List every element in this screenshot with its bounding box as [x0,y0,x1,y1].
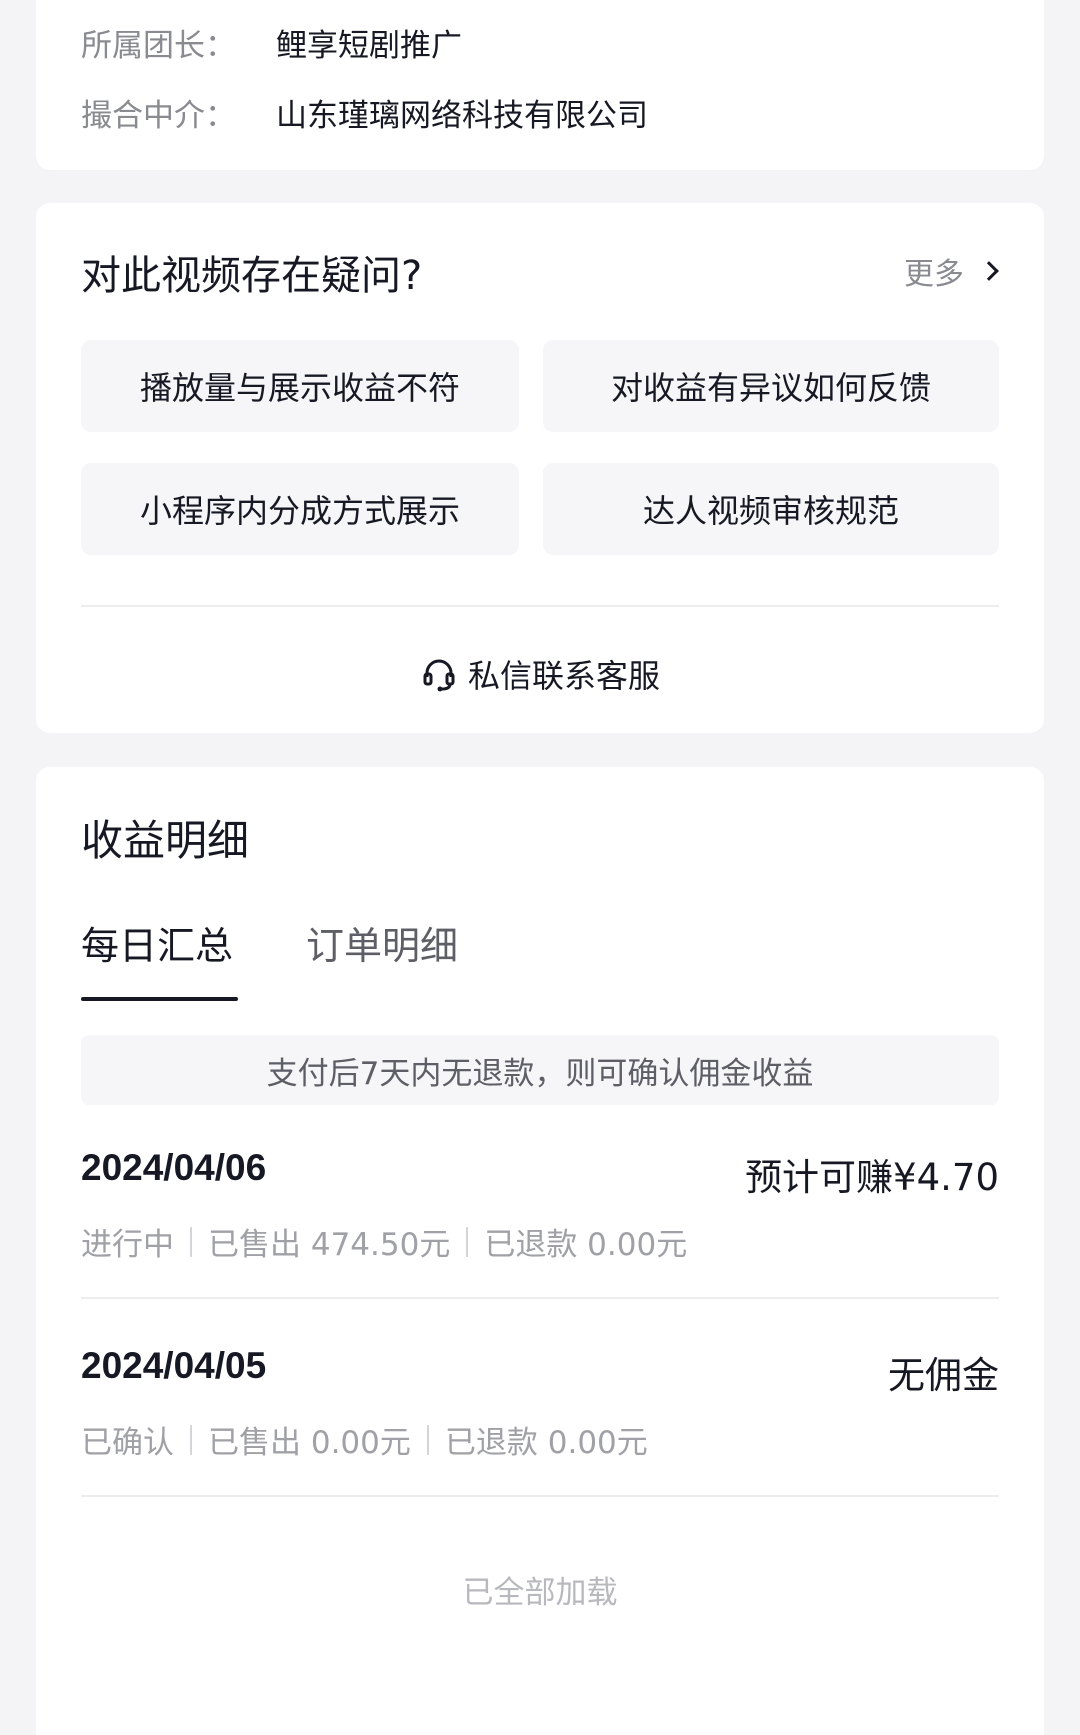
faq-item-label: 达人视频审核规范 [642,492,899,530]
income-entry[interactable]: 2024/04/05 无佣金 已确认 已售出 0.00元 已退款 0.00元 [81,1345,999,1543]
faq-item-feedback[interactable]: 对收益有异议如何反馈 [543,340,999,432]
divider [81,605,999,607]
tab-daily-summary[interactable]: 每日汇总 [81,915,233,970]
faq-item-share-method[interactable]: 小程序内分成方式展示 [81,463,519,555]
entry-refund: 已退款 0.00元 [444,1425,648,1461]
entry-refund: 已退款 0.00元 [484,1227,688,1263]
income-title: 收益明细 [81,816,250,865]
divider [81,1495,999,1497]
faq-more-label: 更多 [904,257,964,292]
contact-support-label: 私信联系客服 [467,657,660,695]
commission-notice: 支付后7天内无退款，则可确认佣金收益 [81,1035,999,1105]
separator [190,1424,192,1455]
faq-title: 对此视频存在疑问? [81,253,423,299]
income-card: 收益明细 每日汇总 订单明细 支付后7天内无退款，则可确认佣金收益 2024/0… [36,767,1044,1735]
faq-more-link[interactable]: 更多 [904,249,999,293]
agency-row: 撮合中介： 山东瑾璃网络科技有限公司 [81,90,648,135]
faq-item-label: 小程序内分成方式展示 [139,492,460,530]
leader-label: 所属团长： [81,28,236,64]
entry-status: 已确认 [81,1425,174,1461]
separator [190,1226,192,1257]
leader-row: 所属团长： 鲤享短剧推广 [81,20,462,65]
entry-date: 2024/04/05 [81,1345,267,1386]
entry-status: 进行中 [81,1227,174,1263]
faq-item-review-rules[interactable]: 达人视频审核规范 [543,463,999,555]
contact-support-button[interactable]: 私信联系客服 [36,651,1044,697]
entry-amount: 无佣金 [888,1354,999,1397]
agency-value: 山东瑾璃网络科技有限公司 [276,98,648,134]
affiliation-card: 所属团长： 鲤享短剧推广 撮合中介： 山东瑾璃网络科技有限公司 [36,0,1044,170]
entry-meta: 进行中 已售出 474.50元 已退款 0.00元 [81,1219,687,1264]
faq-card: 对此视频存在疑问? 更多 播放量与展示收益不符 对收益有异议如何反馈 小程序内分… [36,203,1044,733]
entry-date: 2024/04/06 [81,1147,267,1188]
headset-icon [423,659,455,692]
entry-meta: 已确认 已售出 0.00元 已退款 0.00元 [81,1417,648,1462]
agency-label: 撮合中介： [81,98,236,134]
leader-value: 鲤享短剧推广 [276,28,462,64]
page: 所属团长： 鲤享短剧推广 撮合中介： 山东瑾璃网络科技有限公司 对此视频存在疑问… [0,0,1080,1735]
entry-amount: 预计可赚¥4.70 [745,1156,999,1199]
notice-text: 支付后7天内无退款，则可确认佣金收益 [266,1055,814,1092]
divider [81,1297,999,1299]
separator [466,1226,469,1257]
separator [426,1424,429,1455]
tab-order-details[interactable]: 订单明细 [306,915,458,970]
income-entry[interactable]: 2024/04/06 预计可赚¥4.70 进行中 已售出 474.50元 已退款… [81,1147,999,1345]
active-tab-indicator [81,997,238,1001]
entry-sold: 已售出 474.50元 [208,1227,451,1263]
faq-item-play-mismatch[interactable]: 播放量与展示收益不符 [81,340,519,432]
all-loaded-text: 已全部加载 [462,1575,618,1611]
faq-item-label: 对收益有异议如何反馈 [610,369,931,407]
entry-sold: 已售出 0.00元 [208,1425,411,1461]
faq-item-label: 播放量与展示收益不符 [139,369,460,407]
chevron-right-icon [979,261,999,281]
